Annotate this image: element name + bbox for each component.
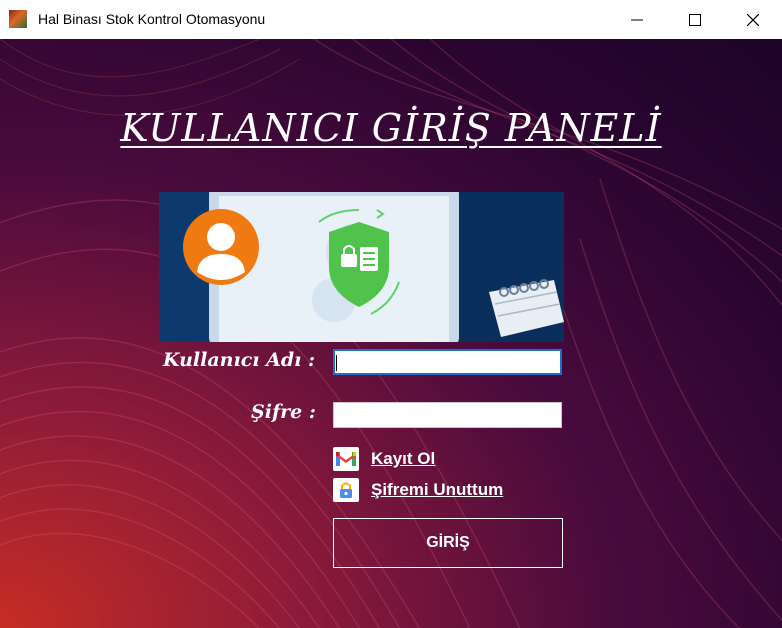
maximize-icon [689,13,701,26]
title-bar: Hal Binası Stok Kontrol Otomasyonu [0,0,782,39]
username-input[interactable] [333,349,562,375]
close-button[interactable] [724,0,782,39]
register-link-label[interactable]: Kayıt Ol [371,449,435,469]
lock-icon [333,478,359,502]
minimize-icon [631,19,643,20]
app-logo-icon [9,10,27,28]
page-heading: KULLANICI GİRİŞ PANELİ [120,106,662,150]
forgot-password-link-label[interactable]: Şifremi Unuttum [371,480,503,500]
login-panel: KULLANICI GİRİŞ PANELİ Kullanıcı Adı : Ş… [0,39,782,628]
text-caret [336,355,337,371]
login-button[interactable]: GİRİŞ [333,518,563,568]
window-title: Hal Binası Stok Kontrol Otomasyonu [38,11,266,27]
username-label: Kullanıcı Adı : [163,349,315,371]
maximize-button[interactable] [666,0,724,39]
security-illustration [159,192,564,342]
password-input[interactable] [333,402,562,428]
password-label: Şifre : [251,401,316,423]
gmail-icon [333,447,359,471]
forgot-password-link[interactable]: Şifremi Unuttum [333,478,503,502]
close-icon [747,13,759,26]
minimize-button[interactable] [608,0,666,39]
register-link[interactable]: Kayıt Ol [333,447,435,471]
